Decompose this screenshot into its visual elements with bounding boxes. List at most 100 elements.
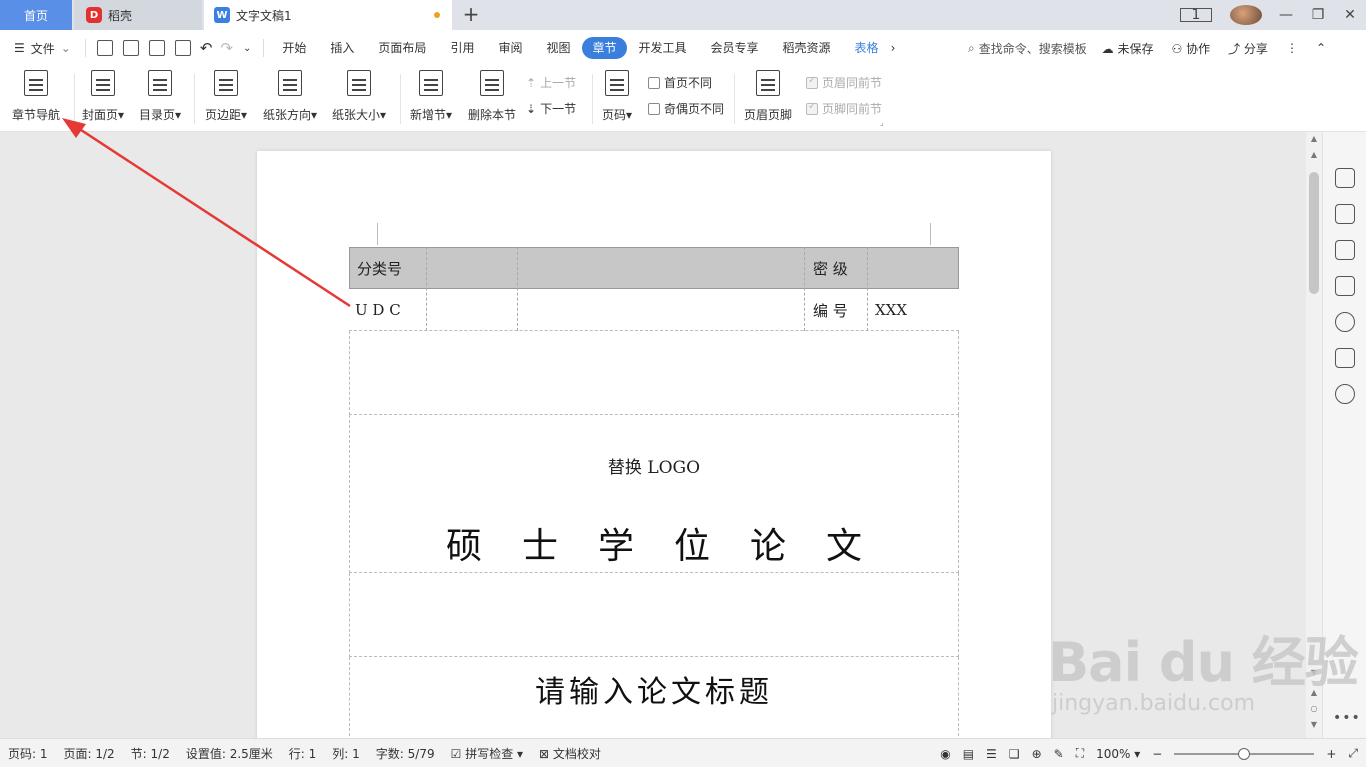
tab-review[interactable]: 审阅: [486, 37, 534, 59]
chevron-right-icon[interactable]: ›: [891, 41, 896, 55]
ribbon-expand-icon[interactable]: ⌟: [880, 118, 884, 127]
status-col[interactable]: 列: 1: [324, 745, 368, 762]
header-footer-button[interactable]: 页眉页脚: [744, 70, 792, 123]
status-pages[interactable]: 页面: 1/2: [56, 745, 123, 762]
cover-page-button[interactable]: 封面页▾: [82, 70, 124, 123]
print-icon[interactable]: [148, 40, 165, 56]
page-number-button[interactable]: 页码▾: [602, 70, 632, 123]
spell-check-button[interactable]: ☑ 拼写检查 ▾: [443, 745, 531, 762]
status-page[interactable]: 页码: 1: [0, 745, 56, 762]
fit-page-icon[interactable]: ⛶: [1076, 746, 1084, 761]
orientation-button[interactable]: 纸张方向▾: [263, 70, 317, 123]
tab-chapter[interactable]: 章节: [582, 37, 627, 59]
same-footer-checkbox[interactable]: 页脚同前节: [806, 100, 882, 117]
table-cell[interactable]: U D C: [355, 289, 401, 331]
help-icon[interactable]: [1335, 312, 1355, 332]
zoom-slider[interactable]: [1174, 747, 1315, 760]
restore-button[interactable]: ❐: [1302, 7, 1334, 23]
tab-member[interactable]: 会员专享: [699, 37, 771, 59]
undo-icon[interactable]: ↶: [200, 39, 213, 57]
print-preview-icon[interactable]: [174, 40, 191, 56]
reading-view-icon[interactable]: ❑: [1009, 747, 1020, 761]
table-cell[interactable]: 编 号: [813, 289, 848, 331]
table-cell[interactable]: XXX: [875, 289, 907, 331]
tab-table[interactable]: 表格: [843, 37, 891, 59]
web-view-icon[interactable]: ⊕: [1032, 747, 1042, 761]
unsaved-button[interactable]: ☁ 未保存: [1102, 40, 1154, 57]
status-setting[interactable]: 设置值: 2.5厘米: [178, 745, 281, 762]
scroll-up-icon[interactable]: ▲: [1306, 134, 1322, 143]
prev-section-button[interactable]: ⇡ 上一节: [526, 74, 576, 91]
avatar[interactable]: [1230, 5, 1262, 25]
table-cell[interactable]: 密 级: [813, 247, 848, 289]
table-cell[interactable]: 分类号: [357, 247, 402, 289]
close-button[interactable]: ✕: [1334, 7, 1366, 23]
collapse-ribbon-icon[interactable]: ⌃: [1316, 41, 1326, 55]
status-words[interactable]: 字数: 5/79: [368, 745, 443, 762]
tab-daoke[interactable]: D 稻壳: [74, 0, 202, 30]
new-tab-button[interactable]: +: [460, 4, 482, 26]
outline-view-icon[interactable]: ☰: [986, 747, 997, 761]
proofread-button[interactable]: ⊠ 文档校对: [531, 745, 609, 762]
delete-section-button[interactable]: 删除本节: [468, 70, 516, 123]
workspace-icon[interactable]: 1: [1180, 8, 1212, 22]
export-icon[interactable]: [122, 40, 139, 56]
pen-icon[interactable]: [1335, 204, 1355, 224]
tab-daoke-resources[interactable]: 稻壳资源: [771, 37, 843, 59]
scroll-up-icon[interactable]: ▲: [1306, 150, 1322, 159]
collab-button[interactable]: ⚇ 协作: [1171, 40, 1210, 57]
status-section[interactable]: 节: 1/2: [123, 745, 178, 762]
tab-home[interactable]: 首页: [0, 0, 72, 30]
zoom-level[interactable]: 100% ▾: [1096, 747, 1140, 761]
logo-placeholder[interactable]: 替换 LOGO: [349, 453, 959, 478]
page-number-label: 页码▾: [602, 108, 633, 122]
new-section-button[interactable]: 新增节▾: [410, 70, 452, 123]
zoom-slider-knob[interactable]: [1238, 747, 1251, 760]
tab-view[interactable]: 视图: [534, 37, 582, 59]
first-page-diff-checkbox[interactable]: 首页不同: [648, 74, 712, 91]
status-row[interactable]: 行: 1: [281, 745, 325, 762]
redo-icon[interactable]: ↷: [220, 39, 233, 57]
zoom-in-button[interactable]: +: [1326, 747, 1336, 761]
page-view-icon[interactable]: ▤: [963, 747, 974, 761]
unsaved-dot-icon: [434, 12, 440, 18]
lightbulb-icon[interactable]: [1335, 384, 1355, 404]
save-icon[interactable]: [96, 40, 113, 56]
next-section-button[interactable]: ⇣ 下一节: [526, 100, 576, 117]
tab-insert[interactable]: 插入: [318, 37, 366, 59]
window-controls: 1 — ❐ ✕: [1180, 0, 1366, 30]
page-next-icon[interactable]: ▼: [1306, 720, 1322, 729]
write-mode-icon[interactable]: ✎: [1054, 747, 1064, 761]
translate-icon[interactable]: [1335, 348, 1355, 368]
zoom-out-button[interactable]: −: [1152, 747, 1162, 761]
file-menu[interactable]: ☰ 文件 ⌄: [0, 40, 79, 57]
rocket-icon[interactable]: [1335, 168, 1355, 188]
chapter-nav-button[interactable]: 章节导航: [12, 70, 60, 123]
tab-references[interactable]: 引用: [438, 37, 486, 59]
document-page[interactable]: 分类号 密 级 U D C 编 号 XXX 替换 LOGO 硕士学位论文 请输入…: [257, 151, 1051, 738]
minimize-button[interactable]: —: [1270, 7, 1302, 23]
fullscreen-icon[interactable]: ⤢: [1348, 746, 1358, 761]
toc-page-button[interactable]: 目录页▾: [139, 70, 181, 123]
same-header-checkbox[interactable]: 页眉同前节: [806, 74, 882, 91]
first-page-diff-label: 首页不同: [664, 76, 713, 90]
scrollbar-thumb[interactable]: [1309, 172, 1319, 294]
margin-button[interactable]: 页边距▾: [205, 70, 247, 123]
zoom-level-text: 100%: [1096, 746, 1131, 761]
command-search[interactable]: ⌕ 查找命令、搜索模板: [968, 40, 1087, 57]
thesis-title-placeholder[interactable]: 请输入论文标题: [349, 667, 959, 711]
quick-access-more-icon[interactable]: ⌄: [243, 43, 251, 54]
tab-start[interactable]: 开始: [270, 37, 318, 59]
tab-layout[interactable]: 页面布局: [366, 37, 438, 59]
tab-document[interactable]: W 文字文稿1: [204, 0, 452, 30]
tab-developer[interactable]: 开发工具: [627, 37, 699, 59]
share-button[interactable]: ⤴ 分享: [1228, 40, 1268, 57]
more-menu-icon[interactable]: ⋮: [1286, 41, 1298, 55]
paper-size-button[interactable]: 纸张大小▾: [332, 70, 386, 123]
ribbon: 章节导航 封面页▾ 目录页▾ 页边距▾ 纸张方向▾ 纸张大小▾ 新增节▾ 删除本…: [0, 66, 1366, 132]
eye-protection-icon[interactable]: ◉: [940, 747, 950, 761]
settings-sliders-icon[interactable]: [1335, 276, 1355, 296]
odd-even-diff-checkbox[interactable]: 奇偶页不同: [648, 100, 724, 117]
thesis-type-heading[interactable]: 硕士学位论文: [349, 517, 959, 569]
cursor-icon[interactable]: [1335, 240, 1355, 260]
